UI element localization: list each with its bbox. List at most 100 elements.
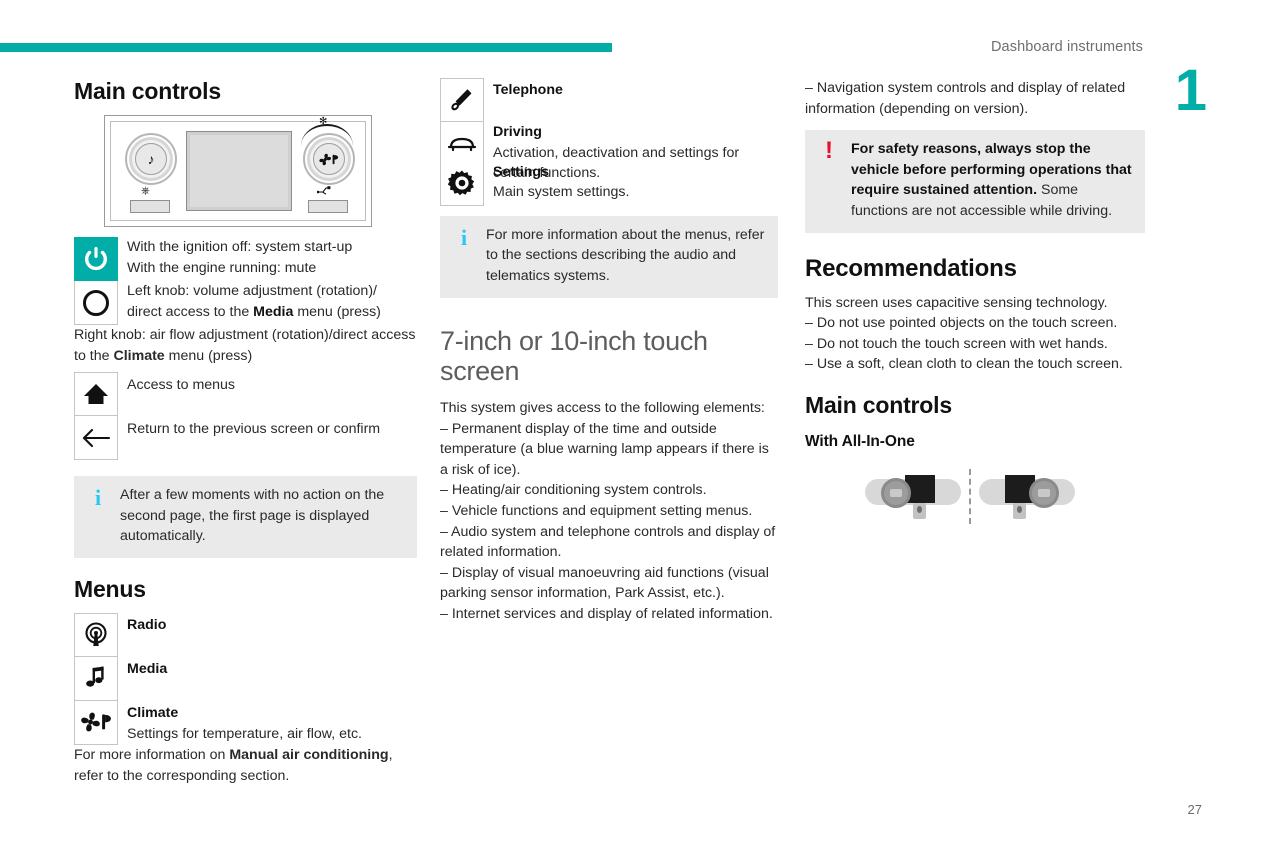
media-note-icon[interactable] xyxy=(74,656,118,701)
right-knob-description: Right knob: air flow adjustment (rotatio… xyxy=(74,325,419,366)
touch-bullet-3: – Audio system and telephone controls an… xyxy=(440,523,776,561)
all-in-one-heading: With All-In-One xyxy=(805,432,915,450)
touch-bullet-5: – Internet services and display of relat… xyxy=(440,606,773,623)
nav-bullet: – Navigation system controls and display… xyxy=(805,80,1126,117)
car-driving-icon[interactable] xyxy=(440,122,484,166)
touch-bullet-1: – Heating/air conditioning system contro… xyxy=(440,482,707,499)
menu-telephone-text: Telephone xyxy=(484,78,780,101)
touch-bullet-4: – Display of visual manoeuvring aid func… xyxy=(440,564,769,602)
control-row-home: Access to menus xyxy=(74,372,419,417)
control-power-text: With the ignition off: system start-up W… xyxy=(118,237,419,278)
power-button[interactable] xyxy=(130,200,170,213)
steering-wheel-icon xyxy=(1029,477,1059,508)
menus-list-middle: Telephone Driving Activation, deactivati… xyxy=(440,78,780,206)
control-left-knob-text: Left knob: volume adjustment (rotation)/… xyxy=(118,281,419,322)
telephone-glyph xyxy=(451,89,472,111)
menu-row-climate: Climate Settings for temperature, air fl… xyxy=(74,700,419,745)
menus-footer-a: For more information on xyxy=(74,746,230,763)
recommendations-bullet-0: – Do not use pointed objects on the touc… xyxy=(805,315,1118,332)
page-number: 27 xyxy=(1187,802,1202,817)
fan-climate-icon xyxy=(313,143,345,175)
power-glyph xyxy=(85,247,107,271)
info-callout-text: After a few moments with no action on th… xyxy=(120,487,385,545)
climate-fan-icon[interactable] xyxy=(74,700,118,745)
steering-column-stalk xyxy=(913,502,926,519)
touch-bullet-2: – Vehicle functions and equipment settin… xyxy=(440,503,753,520)
power-line-2: With the engine running: mute xyxy=(127,259,317,276)
menu-row-telephone: Telephone xyxy=(440,78,780,122)
menu-driving-title: Driving xyxy=(493,124,542,140)
info-callout-menus: i For more information about the menus, … xyxy=(440,215,778,298)
chapter-number: 1 xyxy=(1174,58,1207,123)
climate-fan-glyph xyxy=(81,713,111,732)
info-icon: i xyxy=(460,224,468,250)
warning-callout-bold: For safety reasons, always stop the vehi… xyxy=(851,141,1132,199)
head-unit-screen xyxy=(186,131,292,211)
menu-radio-title: Radio xyxy=(127,616,167,633)
control-row-back: Return to the previous screen or confirm xyxy=(74,416,419,461)
car-driving-glyph xyxy=(447,137,477,151)
telephone-icon[interactable] xyxy=(440,78,484,122)
recommendations-bullet-1: – Do not touch the touch screen with wet… xyxy=(805,335,1108,352)
left-knob: ♪ xyxy=(125,133,177,185)
left-knob-line-1: Left knob: volume adjustment (rotation)/ xyxy=(127,283,377,299)
menu-climate-text: Climate Settings for temperature, air fl… xyxy=(118,701,419,744)
music-note-icon: ♪ xyxy=(135,143,167,175)
right-knob-text-a: Right knob: air flow adjustment (rotatio… xyxy=(74,327,372,343)
left-knob-line-2: direct access to the Media menu (press) xyxy=(127,303,381,320)
page-title: Main controls xyxy=(74,78,221,104)
right-column: – Navigation system controls and display… xyxy=(805,78,1145,524)
dashboard-variant-rhd xyxy=(979,474,1075,519)
manual-page: Dashboard instruments 1 27 Main controls… xyxy=(0,0,1265,849)
right-knob-bold: Climate xyxy=(113,347,165,364)
menu-row-settings: Settings Main system settings. xyxy=(440,161,780,206)
page-header-title: Dashboard instruments xyxy=(990,39,1143,55)
nav-controls-list: Access to menus Return to the previous s… xyxy=(74,372,419,461)
menus-heading: Menus xyxy=(74,575,146,602)
menu-settings-text: Settings Main system settings. xyxy=(484,162,780,203)
home-label: Access to menus xyxy=(127,377,236,394)
main-controls-list: With the ignition off: system start-up W… xyxy=(74,237,419,325)
home-glyph xyxy=(84,384,108,405)
knob-ring-glyph xyxy=(83,289,109,316)
radio-icon[interactable] xyxy=(74,612,118,657)
menu-radio-text: Radio xyxy=(118,613,419,636)
menu-row-radio: Radio xyxy=(74,612,419,657)
knob-ring-icon[interactable] xyxy=(74,281,118,325)
menu-telephone-title: Telephone xyxy=(493,82,563,98)
recommendations-bullet-2: – Use a soft, clean cloth to clean the t… xyxy=(805,356,1123,373)
control-row-power: With the ignition off: system start-up W… xyxy=(74,237,419,281)
home-icon[interactable] xyxy=(74,372,118,417)
recommendations-intro: This screen uses capacitive sensing tech… xyxy=(805,294,1108,311)
steering-wheel-icon xyxy=(881,477,911,508)
menu-settings-title: Settings xyxy=(493,163,549,180)
settings-gear-icon[interactable] xyxy=(440,161,484,206)
menus-footer: For more information on Manual air condi… xyxy=(74,745,419,786)
steering-wheel-variants-illustration xyxy=(865,468,1075,524)
menu-row-media: Media xyxy=(74,656,419,701)
warning-callout-safety: ! For safety reasons, always stop the ve… xyxy=(805,130,1145,233)
back-label: Return to the previous screen or confirm xyxy=(127,421,381,438)
right-knob-text-c: menu (press) xyxy=(164,347,253,364)
right-main-controls-heading: Main controls xyxy=(805,391,952,418)
left-column: Main controls ♪ ✻ ⎈ With the ignition of… xyxy=(74,78,419,786)
back-arrow-icon[interactable] xyxy=(74,416,118,461)
touch-screen-heading: 7-inch or 10-inch touch screen xyxy=(440,325,708,387)
warning-icon: ! xyxy=(825,137,833,165)
media-note-glyph xyxy=(86,667,104,688)
info-callout-menus-text: For more information about the menus, re… xyxy=(486,226,765,284)
menus-list-left: Radio Media Climate Settings for tempera… xyxy=(74,612,419,745)
power-icon[interactable] xyxy=(74,237,118,281)
usb-socket xyxy=(308,200,348,213)
variant-divider xyxy=(969,468,971,524)
touch-bullet-0: – Permanent display of the time and outs… xyxy=(440,420,769,478)
control-row-left-knob: Left knob: volume adjustment (rotation)/… xyxy=(74,281,419,325)
radio-glyph xyxy=(85,622,107,646)
menu-media-title: Media xyxy=(127,660,168,677)
menu-climate-title: Climate xyxy=(127,704,179,721)
fan-climate-glyph xyxy=(319,153,339,165)
menu-climate-desc: Settings for temperature, air flow, etc. xyxy=(127,725,362,742)
menus-footer-bold: Manual air conditioning xyxy=(229,746,389,763)
info-callout-autoreturn: i After a few moments with no action on … xyxy=(74,476,417,558)
back-arrow-glyph xyxy=(82,428,111,447)
